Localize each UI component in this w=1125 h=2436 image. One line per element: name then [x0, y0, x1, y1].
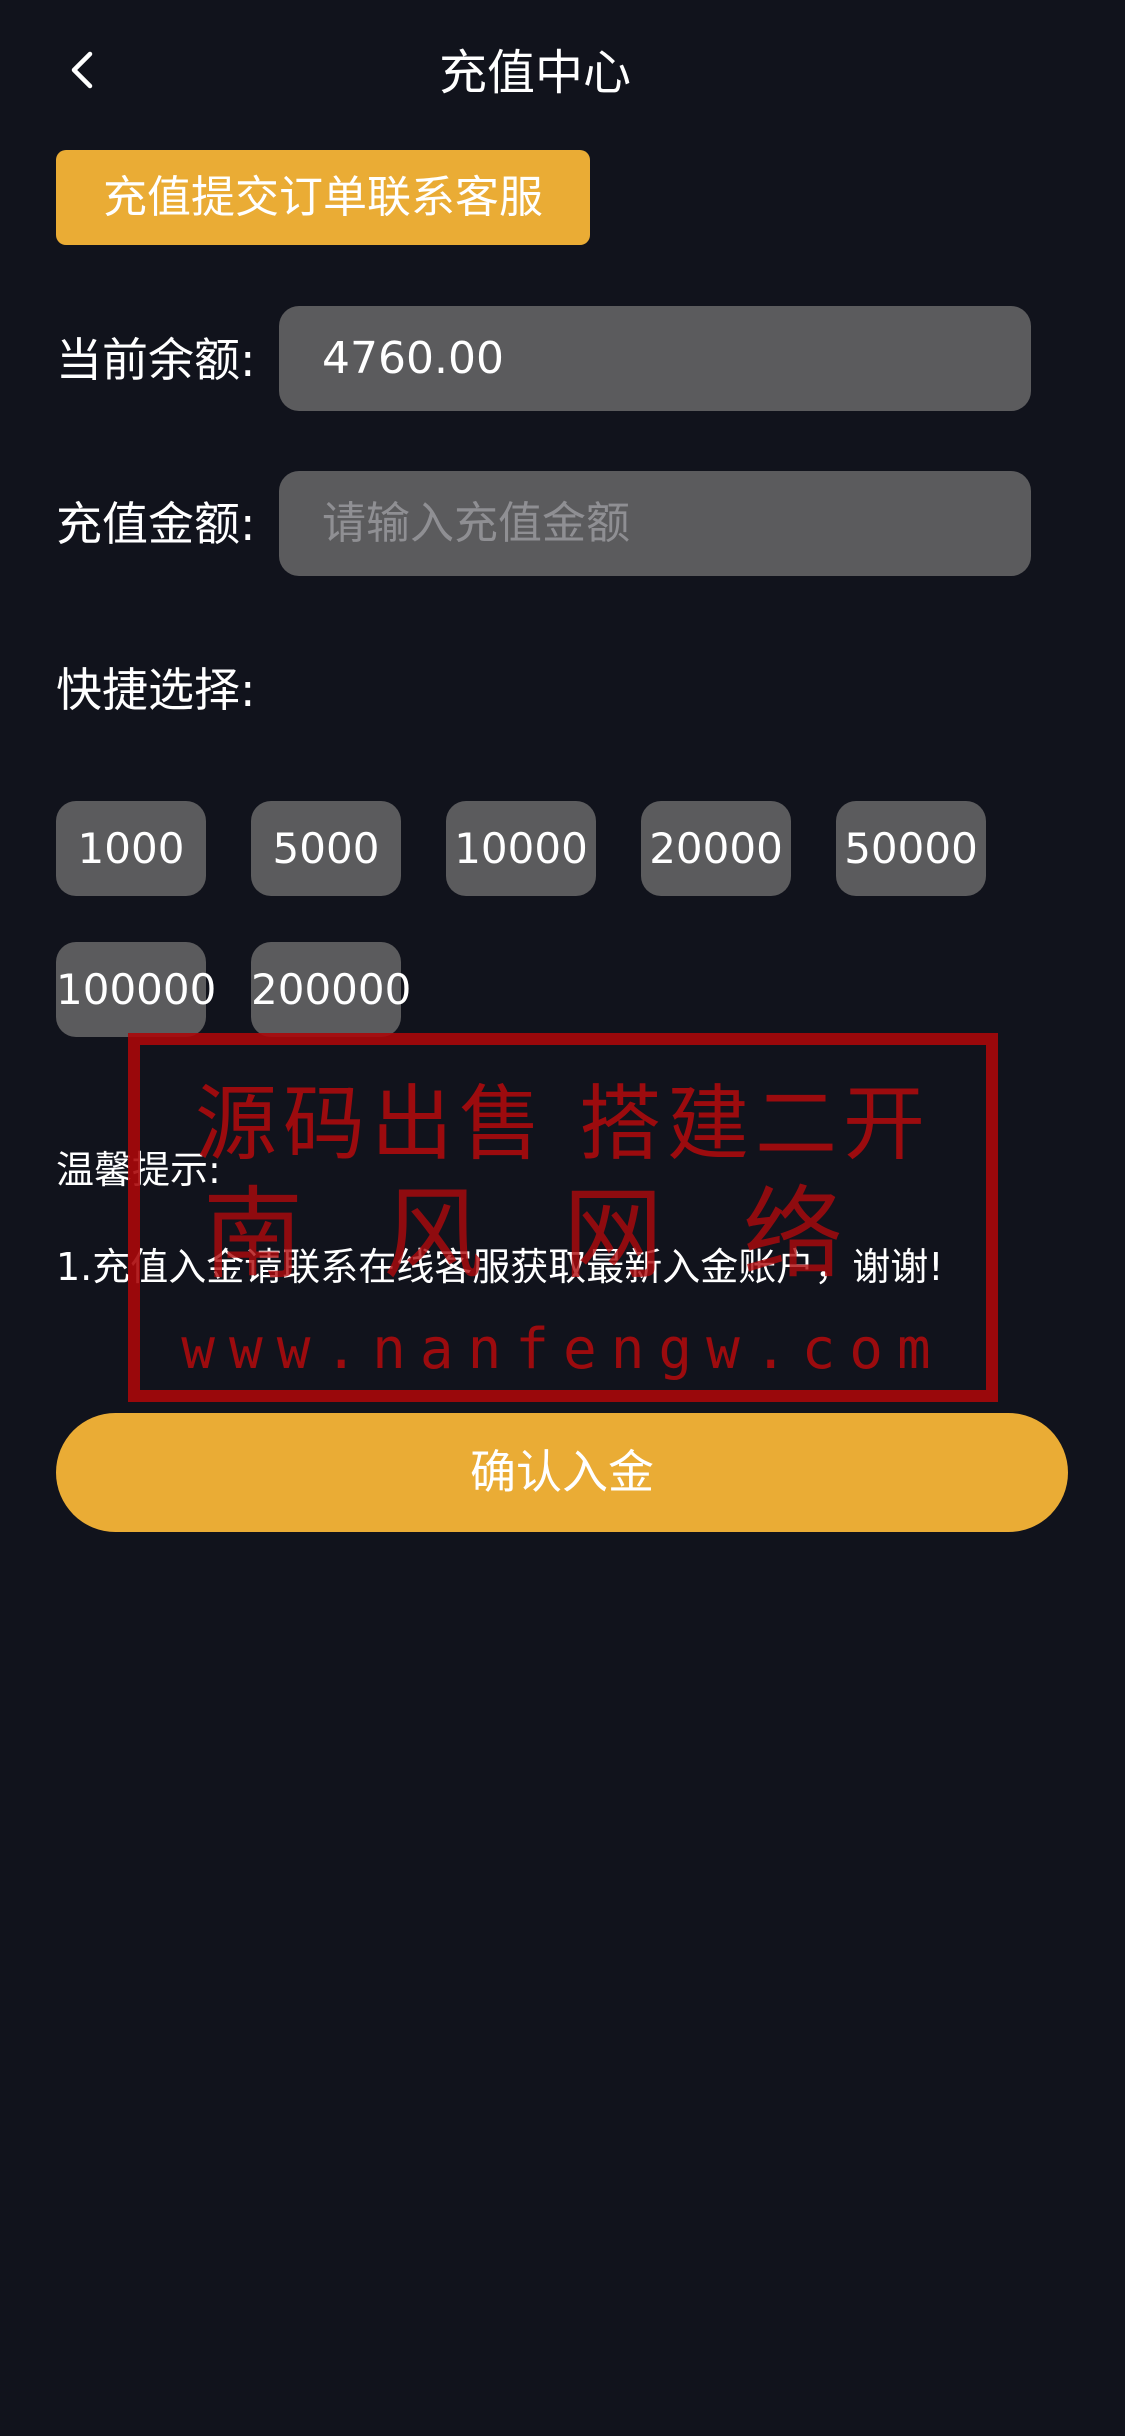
watermark-url: www.nanfengw.com	[181, 1317, 945, 1382]
page-title: 充值中心	[438, 45, 631, 101]
quick-amount-100000[interactable]: 100000	[56, 942, 216, 1037]
header-bar: 充值中心	[0, 0, 1125, 150]
quick-amount-200000[interactable]: 200000	[251, 942, 411, 1037]
amount-label: 充值金额:	[56, 497, 256, 551]
balance-value: 4760.00	[279, 306, 1031, 411]
confirm-deposit-button[interactable]: 确认入金	[56, 1413, 1068, 1532]
quick-amount-50000[interactable]: 50000	[836, 801, 986, 896]
quick-amount-10000[interactable]: 10000	[446, 801, 596, 896]
watermark-stamp: 源码出售 搭建二开 南风网络 www.nanfengw.com	[128, 1033, 998, 1402]
quick-amount-20000[interactable]: 20000	[641, 801, 791, 896]
quick-select-label: 快捷选择:	[56, 663, 256, 717]
amount-input[interactable]	[279, 471, 1031, 576]
quick-amount-1000[interactable]: 1000	[56, 801, 206, 896]
tips-title: 温馨提示:	[56, 1148, 221, 1192]
contact-service-button[interactable]: 充值提交订单联系客服	[56, 150, 590, 245]
quick-amount-5000[interactable]: 5000	[251, 801, 401, 896]
watermark-line1: 源码出售 搭建二开	[194, 1077, 932, 1172]
balance-label: 当前余额:	[56, 333, 256, 387]
tips-text: 1.充值入金请联系在线客服获取最新入金账户，谢谢!	[56, 1245, 944, 1289]
